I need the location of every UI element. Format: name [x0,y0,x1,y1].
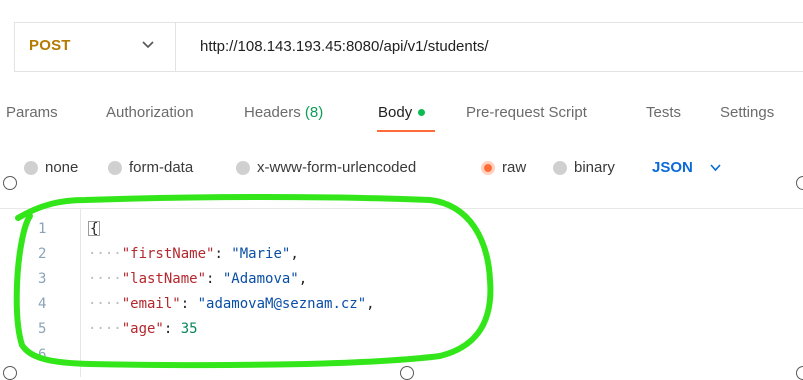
format-label: JSON [652,159,693,176]
json-value: "adamovaM@seznam.cz" [197,296,367,312]
open-brace: { [88,221,101,237]
radio-x-www-form-urlencoded[interactable]: x-www-form-urlencoded [236,159,416,176]
radio-label: none [45,159,79,176]
radio-label: form-data [129,159,194,176]
code-line: ····"firstName": "Marie", [88,246,299,262]
tab-tests[interactable]: Tests [646,104,681,121]
radio-raw[interactable]: raw [481,159,526,176]
postman-request-screenshot: POST http://108.143.193.45:8080/api/v1/s… [0,0,803,380]
tab-headers[interactable]: Headers (8) [244,104,323,121]
tab-authorization[interactable]: Authorization [106,104,194,121]
radio-circle-icon [553,160,567,175]
radio-label: x-www-form-urlencoded [257,159,417,176]
body-active-dot-icon [418,108,426,116]
active-tab-indicator [377,130,435,132]
radio-circle-icon [108,160,122,175]
tab-params[interactable]: Params [6,104,58,121]
chevron-down-icon [710,164,721,172]
line-number: 3 [38,271,47,287]
divider [175,23,176,71]
method-select[interactable]: POST [29,37,71,54]
line-number: 4 [38,296,47,312]
request-tabs: Params Authorization Headers (8) Body Pr… [0,96,803,132]
code-line: ····"lastName": "Adamova", [88,271,308,287]
crop-handle[interactable] [3,176,17,190]
radio-none[interactable]: none [24,159,78,176]
format-select[interactable]: JSON [652,159,722,176]
line-number: 5 [38,321,47,337]
headers-count-badge: (8) [304,104,324,121]
json-key: "email" [121,296,181,312]
gutter-divider [80,209,81,377]
chevron-down-icon[interactable] [141,37,155,51]
line-number: 1 [38,221,47,237]
json-value: "Adamova" [222,271,299,287]
tab-settings[interactable]: Settings [720,104,774,121]
json-editor[interactable]: 1 2 3 4 5 6 { ····"firstName": "Marie", … [0,208,803,377]
radio-selected-icon [481,160,495,175]
code-line: { [88,221,101,237]
json-key: "age" [121,321,164,337]
body-type-options: none form-data x-www-form-urlencoded raw… [0,150,803,186]
radio-label: binary [574,159,615,176]
line-number-gutter: 1 2 3 4 5 6 [0,209,80,377]
tab-pre-request-script[interactable]: Pre-request Script [466,104,587,121]
json-value: 35 [180,321,198,337]
code-line: ····"email": "adamovaM@seznam.cz", [88,296,375,312]
json-value: "Marie" [231,246,291,262]
radio-circle-icon [24,160,38,175]
json-key: "lastName" [121,271,207,287]
radio-circle-icon [236,160,250,175]
line-number: 2 [38,246,47,262]
tab-headers-label: Headers [244,104,301,121]
radio-label: raw [502,159,527,176]
code-line: ····"age": 35 [88,321,198,337]
request-bar: POST http://108.143.193.45:8080/api/v1/s… [14,22,803,72]
json-key: "firstName" [121,246,215,262]
line-number: 6 [38,347,47,363]
url-input[interactable]: http://108.143.193.45:8080/api/v1/studen… [200,38,489,55]
crop-handle[interactable] [796,176,803,190]
tab-body[interactable]: Body [378,104,426,121]
radio-binary[interactable]: binary [553,159,615,176]
tab-body-label: Body [378,104,413,121]
radio-form-data[interactable]: form-data [108,159,193,176]
